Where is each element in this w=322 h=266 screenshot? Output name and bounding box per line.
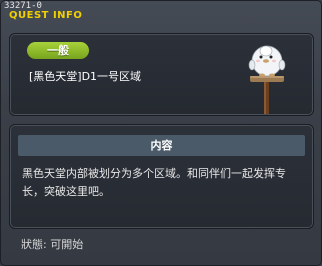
quest-info-window: 33271-0 QUEST INFO 一般 [黑色天堂]D1一号区域 内容 黑色… — [0, 0, 322, 266]
quest-type-badge: 一般 — [27, 42, 89, 59]
quest-content-panel: 内容 黑色天堂内部被划分为多个区域。和同伴们一起发挥专长，突破这里吧。 — [9, 124, 314, 229]
quest-header-panel: 一般 [黑色天堂]D1一号区域 — [9, 33, 314, 116]
quest-status: 狀態: 可開始 — [21, 238, 84, 251]
quest-name: [黑色天堂]D1一号区域 — [29, 70, 142, 83]
penguin-on-signpost-icon — [248, 45, 286, 114]
quest-description: 黑色天堂内部被划分为多个区域。和同伴们一起发挥专长，突破这里吧。 — [22, 167, 286, 198]
content-section-header: 内容 — [18, 135, 305, 156]
window-title: QUEST INFO — [9, 10, 83, 21]
